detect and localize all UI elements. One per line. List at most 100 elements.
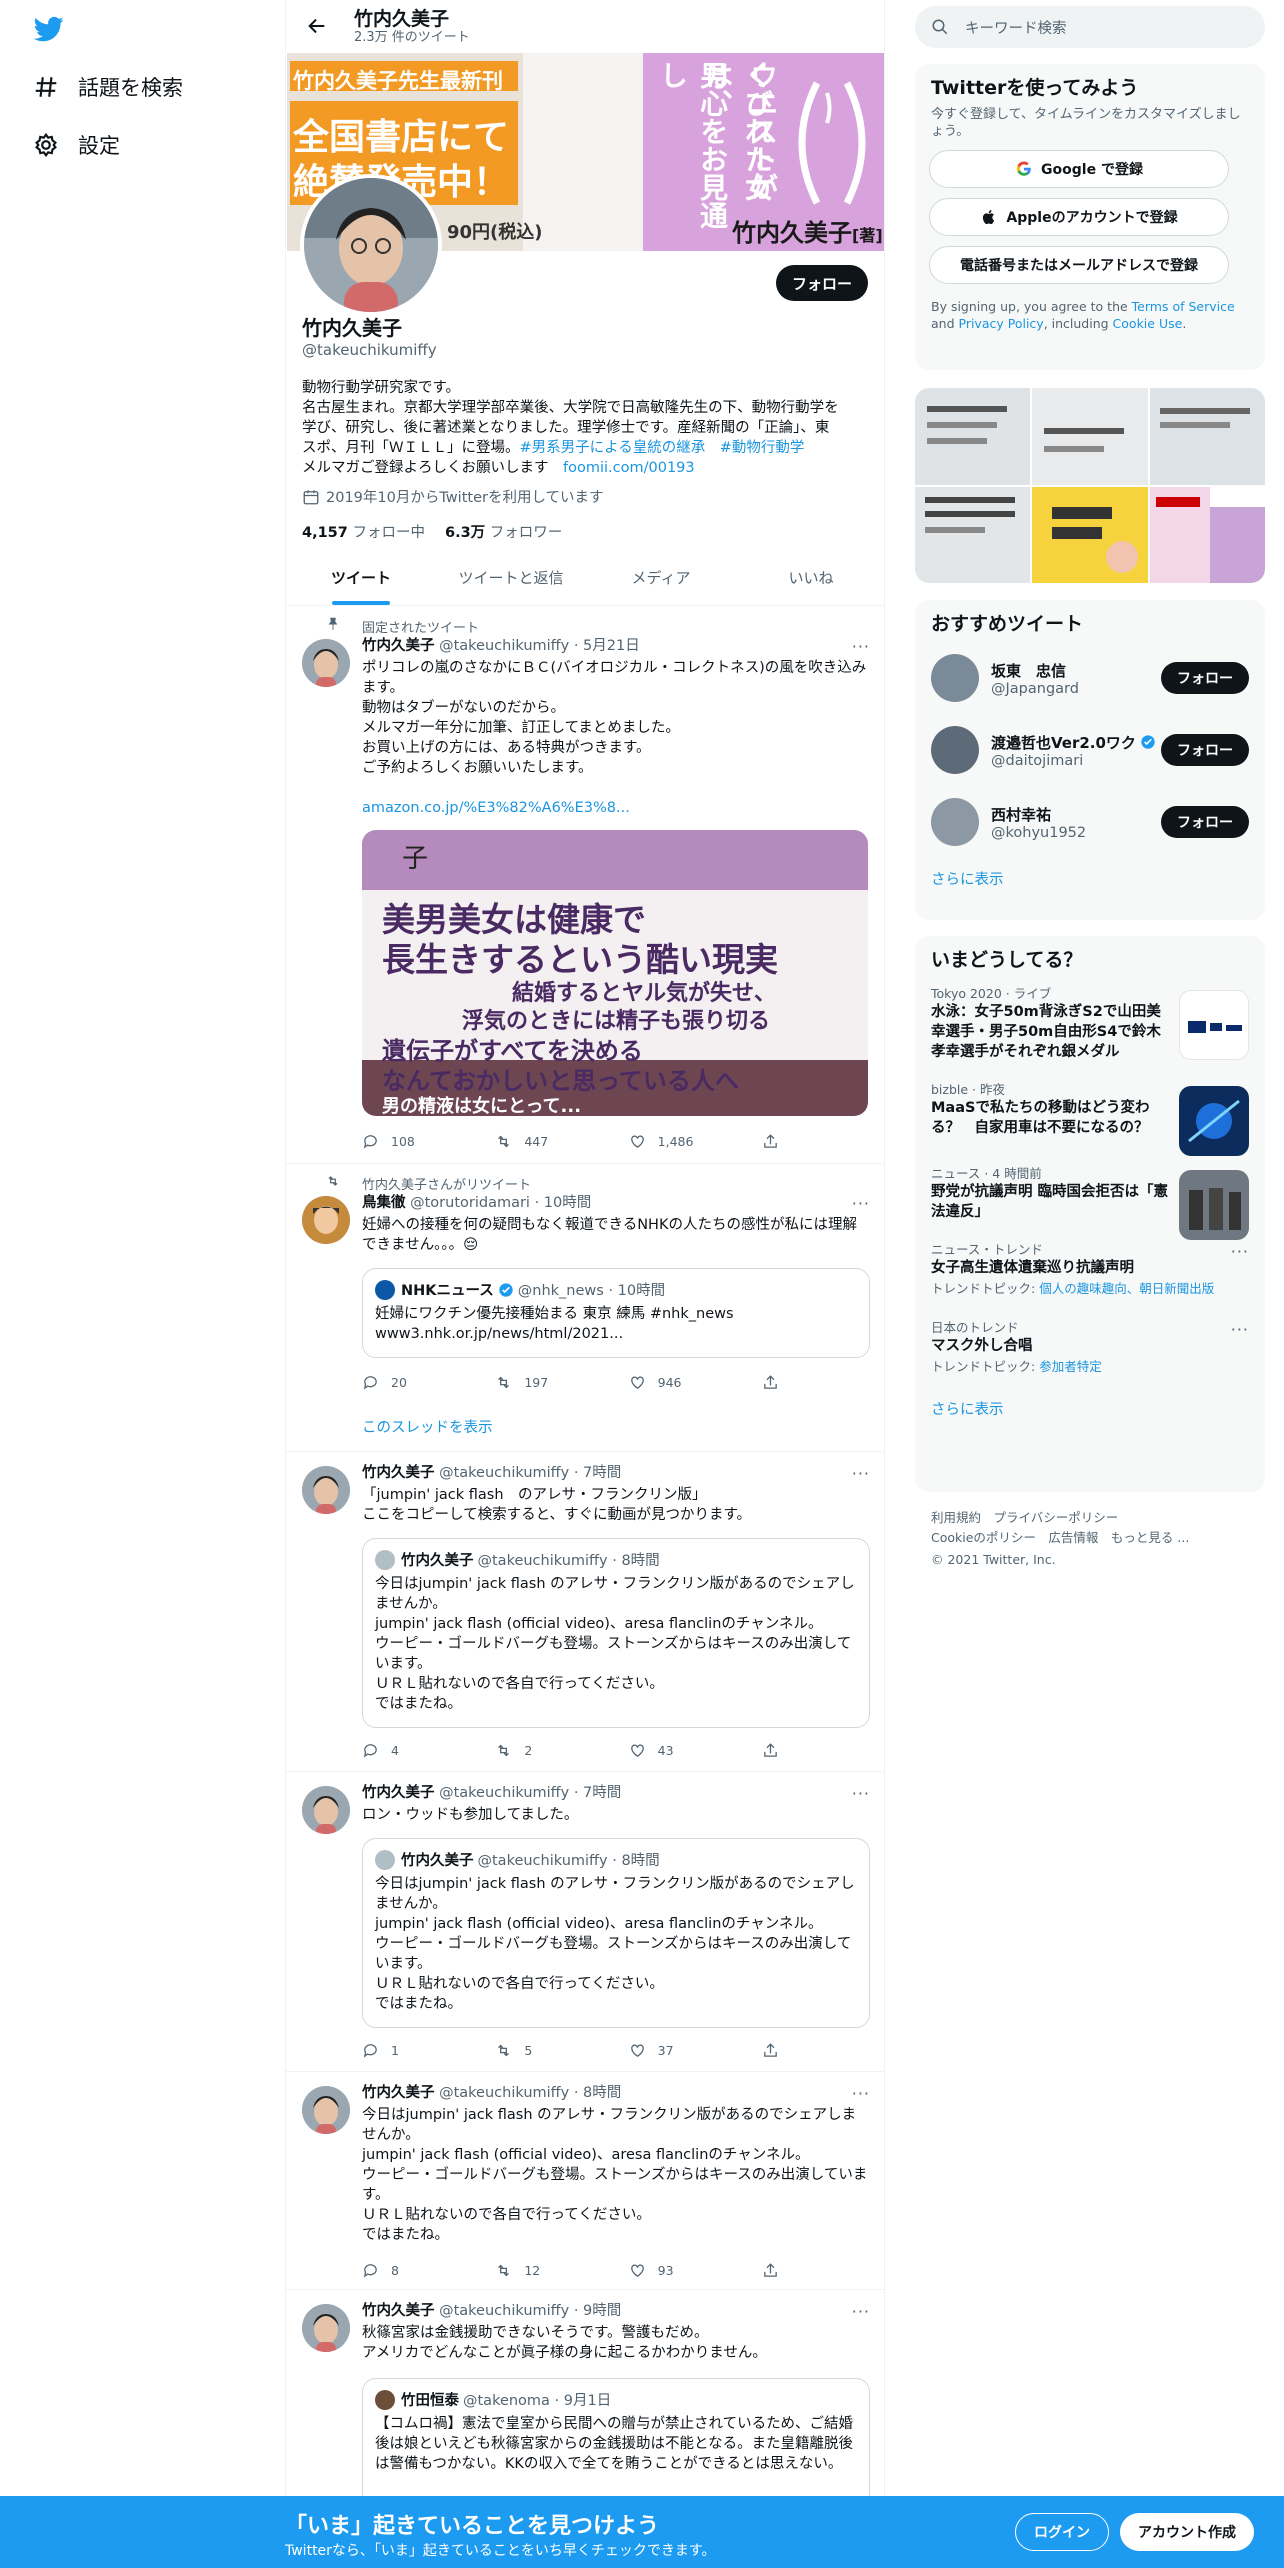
quote-tweet[interactable]: NHKニュース @nhk_news · 10時間 妊婦にワクチン優先接種始まる …	[362, 1268, 870, 1358]
recommended-account[interactable]: 渡邉哲也Ver2.0ワク @daitojimari フォロー	[915, 714, 1265, 786]
trend-topic-link[interactable]: 参加者特定	[1039, 1359, 1102, 1374]
twitter-logo-icon[interactable]	[33, 14, 64, 44]
tweet-author-name[interactable]: 竹内久美子	[362, 1785, 435, 1801]
privacy-policy-link[interactable]: Privacy Policy	[959, 316, 1044, 331]
footer-links-1[interactable]: 利用規約 プライバシーポリシー	[931, 1508, 1118, 1528]
tweet[interactable]: 竹内久美子 @takeuchikumiffy · 7時間 ··· 「jumpin…	[286, 1452, 884, 1772]
trend-item[interactable]: ニュース・トレンド ··· 女子高生遺体遺棄巡り抗議声明 トレンドトピック: 個…	[915, 1242, 1265, 1320]
media-thumbnail[interactable]	[1032, 388, 1148, 485]
search-box[interactable]: キーワード検索	[915, 6, 1265, 48]
footer-links-2[interactable]: Cookieのポリシー 広告情報 もっと見る ...	[931, 1528, 1189, 1548]
more-options-icon[interactable]: ···	[852, 2302, 870, 2321]
quote-tweet[interactable]: 竹内久美子 @takeuchikumiffy · 8時間 今日はjumpin' …	[362, 1838, 870, 2028]
follow-button[interactable]: フォロー	[775, 265, 868, 301]
share-button[interactable]	[762, 2042, 782, 2059]
like-button[interactable]: 43	[629, 1742, 729, 1759]
bio-link[interactable]: foomii.com/00193	[563, 460, 695, 476]
media-thumbnail[interactable]	[1032, 486, 1148, 583]
signup-button[interactable]: アカウント作成	[1120, 2513, 1254, 2551]
nav-explore[interactable]: 話題を検索	[32, 67, 183, 107]
phone-email-signup-button[interactable]: 電話番号またはメールアドレスで登録	[929, 246, 1229, 284]
media-thumbnail[interactable]	[915, 486, 1031, 583]
more-options-icon[interactable]: ···	[852, 1194, 870, 1213]
trend-item[interactable]: 日本のトレンド ··· マスク外し合唱 トレンドトピック: 参加者特定	[915, 1320, 1265, 1390]
tweet-avatar[interactable]	[302, 2086, 350, 2134]
more-options-icon[interactable]: ···	[852, 637, 870, 656]
tweet-author-name[interactable]: 竹内久美子	[362, 2085, 435, 2101]
tweet-handle-time[interactable]: @takeuchikumiffy · 9時間	[439, 2303, 621, 2319]
tweet-author-name[interactable]: 竹内久美子	[362, 1465, 435, 1481]
tweet-handle-time[interactable]: @takeuchikumiffy · 5月21日	[439, 638, 640, 654]
tab-likes[interactable]: いいね	[736, 550, 884, 605]
retweet-button[interactable]: 12	[495, 2262, 595, 2279]
tweet-link-url[interactable]: amazon.co.jp/%E3%82%A6%E3%8...	[362, 800, 630, 816]
retweet-button[interactable]: 2	[495, 1742, 595, 1759]
trend-topic-link[interactable]: 個人の趣味趣向、朝日新聞出版	[1039, 1281, 1214, 1296]
tweet[interactable]: 竹内久美子 @takeuchikumiffy · 7時間 ··· ロン・ウッドも…	[286, 1772, 884, 2072]
tweet-handle-time[interactable]: @torutoridamari · 10時間	[410, 1195, 591, 1211]
more-options-icon[interactable]: ···	[852, 1464, 870, 1483]
more-options-icon[interactable]: ···	[1231, 1320, 1249, 1339]
tab-tweets-replies[interactable]: ツイートと返信	[436, 550, 586, 605]
more-options-icon[interactable]: ···	[852, 2084, 870, 2103]
tweet-author-name[interactable]: 竹内久美子	[362, 2303, 435, 2319]
tweet-avatar[interactable]	[302, 1786, 350, 1834]
tab-media[interactable]: メディア	[586, 550, 736, 605]
login-button[interactable]: ログイン	[1015, 2513, 1109, 2551]
tweet-avatar[interactable]	[302, 1196, 350, 1244]
share-button[interactable]	[762, 1133, 782, 1150]
tweet-avatar[interactable]	[302, 1466, 350, 1514]
like-button[interactable]: 93	[629, 2262, 729, 2279]
reply-button[interactable]: 108	[362, 1133, 462, 1150]
followers-link[interactable]: 6.3万 フォロワー	[445, 521, 562, 542]
tweet-handle-time[interactable]: @takeuchikumiffy · 7時間	[439, 1465, 621, 1481]
back-arrow-icon[interactable]	[302, 11, 332, 41]
reply-button[interactable]: 1	[362, 2042, 462, 2059]
apple-signup-button[interactable]: Appleのアカウントで登録	[929, 198, 1229, 236]
tweet-handle-time[interactable]: @takeuchikumiffy · 8時間	[439, 2085, 621, 2101]
reply-button[interactable]: 4	[362, 1742, 462, 1759]
terms-of-service-link[interactable]: Terms of Service	[1132, 299, 1235, 314]
rec-follow-button[interactable]: フォロー	[1161, 734, 1249, 766]
like-button[interactable]: 946	[629, 1374, 729, 1391]
tab-tweets[interactable]: ツイート	[286, 550, 436, 605]
reply-button[interactable]: 20	[362, 1374, 462, 1391]
google-signup-button[interactable]: Google で登録	[929, 150, 1229, 188]
tweet-avatar[interactable]	[302, 639, 350, 687]
reply-button[interactable]: 8	[362, 2262, 462, 2279]
tweet-author-name[interactable]: 竹内久美子	[362, 638, 435, 654]
retweet-button[interactable]: 197	[495, 1374, 595, 1391]
search-input[interactable]: キーワード検索	[965, 17, 1067, 38]
show-thread-link[interactable]: このスレッドを表示	[362, 1416, 493, 1437]
more-options-icon[interactable]: ···	[1231, 1242, 1249, 1261]
trend-item[interactable]: bizble · 昨夜 MaaSで私たちの移動はどう変わる？ 自家用車は不要にな…	[915, 1082, 1265, 1166]
quote-tweet[interactable]: 竹内久美子 @takeuchikumiffy · 8時間 今日はjumpin' …	[362, 1538, 870, 1728]
retweet-button[interactable]: 447	[495, 1133, 595, 1150]
tweet-image[interactable]: 子 美男美女は健康で 長生きするという酷い現実 結婚するとヤル気が失せ、 浮気の…	[362, 830, 868, 1116]
share-button[interactable]	[762, 1742, 782, 1759]
share-button[interactable]	[762, 2262, 782, 2279]
tweet-handle-time[interactable]: @takeuchikumiffy · 7時間	[439, 1785, 621, 1801]
tweet-retweeted[interactable]: 竹内久美子さんがリツイート 鳥集徹 @torutoridamari · 10時間…	[286, 1164, 884, 1452]
media-thumbnail[interactable]	[1149, 486, 1265, 583]
profile-avatar[interactable]	[300, 174, 442, 316]
more-options-icon[interactable]: ···	[852, 1784, 870, 1803]
retweet-button[interactable]: 5	[495, 2042, 595, 2059]
rec-follow-button[interactable]: フォロー	[1161, 806, 1249, 838]
trends-show-more-link[interactable]: さらに表示	[915, 1398, 1265, 1419]
recommended-account[interactable]: 坂東 忠信 @Japangard フォロー	[915, 642, 1265, 714]
recommended-account[interactable]: 西村幸祐 @kohyu1952 フォロー	[915, 786, 1265, 858]
nav-settings[interactable]: 設定	[32, 125, 120, 165]
tweet-link[interactable]: amazon.co.jp/%E3%82%A6%E3%8...	[362, 798, 870, 818]
media-thumbnail[interactable]	[915, 388, 1031, 485]
rec-follow-button[interactable]: フォロー	[1161, 662, 1249, 694]
trend-item[interactable]: ニュース · 4 時間前 野党が抗議声明 臨時国会拒否は「憲法違反」	[915, 1166, 1265, 1242]
cookie-use-link[interactable]: Cookie Use	[1113, 316, 1183, 331]
show-more-link[interactable]: さらに表示	[915, 868, 1265, 889]
tweet-avatar[interactable]	[302, 2304, 350, 2352]
tweet-author-name[interactable]: 鳥集徹	[362, 1195, 406, 1211]
share-button[interactable]	[762, 1374, 782, 1391]
following-link[interactable]: 4,157 フォロー中	[302, 521, 425, 542]
tweet[interactable]: 竹内久美子 @takeuchikumiffy · 8時間 ··· 今日はjump…	[286, 2072, 884, 2290]
tweet-pinned[interactable]: 固定されたツイート 竹内久美子 @takeuchikumiffy · 5月21日…	[286, 607, 884, 1164]
